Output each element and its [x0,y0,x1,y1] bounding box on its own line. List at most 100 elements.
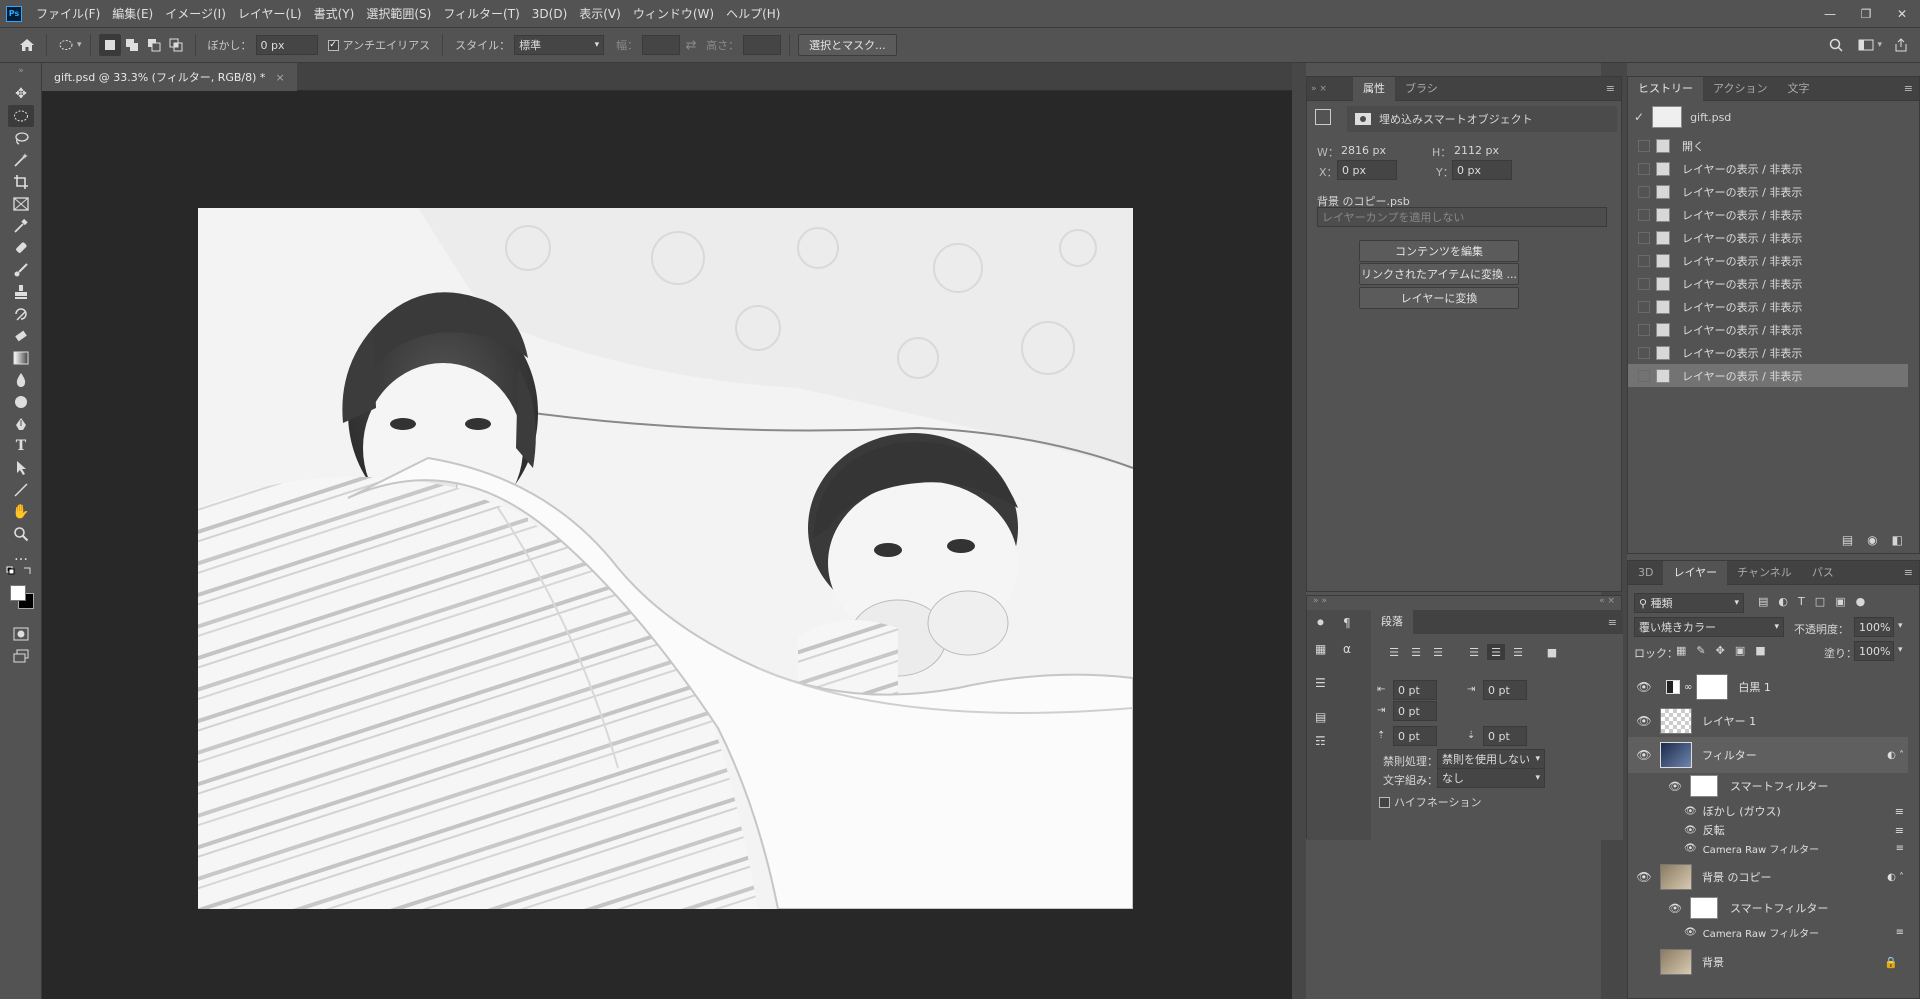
tab-paths[interactable]: パス [1802,561,1844,585]
share-icon[interactable] [1890,34,1912,56]
smart-filter-options-icon[interactable]: ◐ ˄ [1887,750,1904,761]
type-tool-icon[interactable]: T [8,435,34,457]
filter-effect-row[interactable]: 👁 Camera Raw フィルター ≡ [1684,925,1904,940]
history-item[interactable]: レイヤーの表示 / 非表示 [1628,226,1908,249]
filter-toggle-icon[interactable]: ● [1856,595,1866,608]
intersect-selection-icon[interactable] [165,34,187,56]
list-icon[interactable]: ☰ [1315,676,1326,690]
menu-window[interactable]: ウィンドウ(W) [627,0,720,28]
hyphenation-row[interactable]: ハイフネーション [1379,794,1482,810]
camera-icon[interactable]: ◉ [1867,533,1877,547]
lasso-tool-icon[interactable] [8,127,34,149]
eye-icon[interactable]: 👁 [1636,870,1652,884]
filter-effect-row[interactable]: 👁 Camera Raw フィルター ≡ [1684,841,1904,856]
select-and-mask-button[interactable]: 選択とマスク... [798,34,897,56]
align-center-icon[interactable]: ☰ [1407,644,1425,660]
color-swatches[interactable] [10,585,36,611]
layer-row[interactable]: 👁 背景 のコピー ◐ ˄ [1628,859,1908,895]
feather-input[interactable]: 0 px [255,35,318,55]
3d-icon[interactable]: ⚫ [1315,616,1326,631]
canvas-area[interactable] [42,91,1292,999]
space-after-input[interactable]: 0 pt [1483,726,1527,746]
align-right-icon[interactable]: ☰ [1429,644,1447,660]
height-input[interactable] [743,35,782,55]
workspace-icon[interactable] [1855,34,1877,56]
history-item[interactable]: レイヤーの表示 / 非表示 [1628,272,1908,295]
history-item[interactable]: レイヤーの表示 / 非表示 [1628,249,1908,272]
layer-row[interactable]: 👁 ∞ 白黒 1 [1628,669,1908,705]
history-snapshot[interactable]: ✓ gift.psd [1628,103,1908,131]
eye-icon[interactable]: 👁 [1684,825,1697,836]
tab-history[interactable]: ヒストリー [1628,76,1703,101]
panel-menu-icon[interactable]: ≡ [1904,82,1913,95]
tab-paragraph[interactable]: 段落 [1371,610,1413,634]
blend-mode-select[interactable]: 覆い焼きカラー ▾ [1634,617,1784,637]
align-left-icon[interactable]: ☰ [1385,644,1403,660]
antialias-checkbox[interactable]: ✓ [327,39,339,51]
menu-type[interactable]: 書式(Y) [308,0,361,28]
lock-artboard-icon[interactable]: ▣ [1735,644,1745,657]
eye-hidden-icon[interactable]: 👁 [1636,955,1652,969]
history-item[interactable]: レイヤーの表示 / 非表示 [1628,318,1908,341]
eye-icon[interactable]: 👁 [1636,748,1652,762]
layer-row[interactable]: 👁 背景 🔒 [1628,944,1908,980]
menu-edit[interactable]: 編集(E) [106,0,159,28]
justify-all-icon[interactable]: ■ [1543,644,1561,660]
history-item[interactable]: レイヤーの表示 / 非表示 [1628,341,1908,364]
eye-icon[interactable]: 👁 [1636,680,1652,694]
gradient-tool-icon[interactable] [8,347,34,369]
add-selection-icon[interactable] [121,34,143,56]
eye-icon[interactable]: 👁 [1668,780,1682,793]
magic-wand-tool-icon[interactable] [8,149,34,171]
frame-tool-icon[interactable] [8,193,34,215]
table-icon[interactable]: ▦ [1315,642,1326,656]
filter-blend-options-icon[interactable]: ≡ [1896,843,1904,854]
menu-help[interactable]: ヘルプ(H) [720,0,786,28]
history-item[interactable]: レイヤーの表示 / 非表示 [1628,295,1908,318]
justify-right-icon[interactable]: ☰ [1509,644,1527,660]
indent-right-input[interactable]: 0 pt [1483,680,1527,700]
history-item-selected[interactable]: レイヤーの表示 / 非表示 [1628,364,1908,387]
new-document-from-state-icon[interactable]: ▤ [1842,533,1853,547]
collapse-icon[interactable]: » » [1313,596,1327,610]
smart-filter-row[interactable]: 👁 スマートフィルター [1668,897,1828,919]
tab-channels[interactable]: チャンネル [1727,561,1802,585]
panel-menu-icon[interactable]: ≡ [1904,566,1913,579]
eye-icon[interactable]: 👁 [1668,902,1682,915]
close-tab-icon[interactable]: × [275,71,284,84]
justify-center-icon[interactable]: ☰ [1487,644,1505,660]
filter-blend-options-icon[interactable]: ≡ [1896,927,1904,938]
eraser-tool-icon[interactable] [8,325,34,347]
character-style-icon[interactable]: α [1343,642,1351,656]
subtract-selection-icon[interactable] [143,34,165,56]
panel-collapse-icon[interactable]: » × [1307,84,1353,94]
eye-icon[interactable]: 👁 [1636,714,1652,728]
tab-character[interactable]: 文字 [1777,77,1819,101]
move-tool-icon[interactable]: ✥ [8,83,34,105]
collapse-icon[interactable]: « × [1599,596,1615,610]
eye-icon[interactable]: 👁 [1684,927,1697,938]
lock-all-icon[interactable]: ■ [1755,644,1765,657]
smart-filter-options-icon[interactable]: ◐ ˄ [1887,872,1904,883]
swap-icon[interactable]: ⇄ [680,34,702,56]
filter-shape-icon[interactable]: □ [1815,595,1825,608]
search-icon[interactable] [1825,34,1847,56]
layer-row[interactable]: 👁 レイヤー 1 [1628,703,1908,739]
tab-actions[interactable]: アクション [1703,77,1777,101]
default-colors-icon[interactable] [6,566,36,578]
healing-brush-tool-icon[interactable] [8,237,34,259]
filter-smart-object-icon[interactable]: ▣ [1835,595,1845,608]
clone-stamp-tool-icon[interactable] [8,281,34,303]
opacity-input[interactable]: 100% [1854,617,1894,637]
document-image[interactable] [198,208,1133,909]
lock-transparent-icon[interactable]: ▦ [1676,644,1686,657]
history-item[interactable]: レイヤーの表示 / 非表示 [1628,157,1908,180]
tab-layers[interactable]: レイヤー [1663,560,1728,585]
lock-position-icon[interactable]: ✥ [1716,644,1725,657]
lock-pixels-icon[interactable]: ✎ [1696,644,1705,657]
layer-filter-select[interactable]: ⚲ 種類 ▾ [1634,593,1744,613]
tab-brush[interactable]: ブラシ [1395,77,1448,101]
x-input[interactable]: 0 px [1337,160,1397,180]
history-item[interactable]: レイヤーの表示 / 非表示 [1628,203,1908,226]
width-input[interactable] [642,35,681,55]
